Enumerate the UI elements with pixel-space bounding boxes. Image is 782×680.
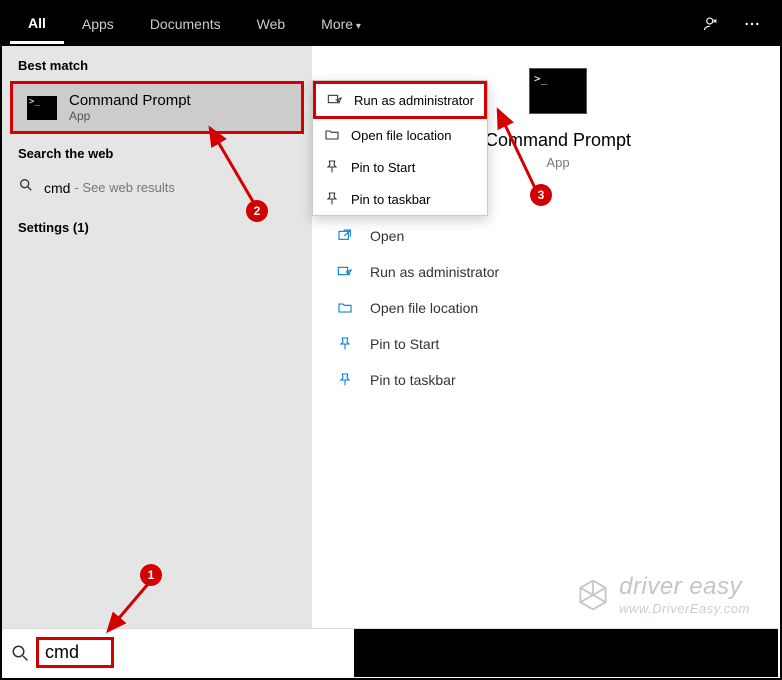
search-tabs: All Apps Documents Web More bbox=[2, 2, 780, 46]
annotation-arrow-3 bbox=[490, 98, 550, 198]
tab-all[interactable]: All bbox=[10, 5, 64, 44]
action-pin-start-label: Pin to Start bbox=[370, 336, 439, 352]
watermark-cube-icon bbox=[575, 577, 611, 613]
context-open-location[interactable]: Open file location bbox=[313, 119, 487, 151]
watermark-url: www.DriverEasy.com bbox=[619, 601, 750, 616]
action-open-location-label: Open file location bbox=[370, 300, 478, 316]
more-options-icon[interactable] bbox=[732, 15, 772, 33]
context-pin-taskbar[interactable]: Pin to taskbar bbox=[313, 183, 487, 215]
actions-list: Open Run as administrator Open file loca… bbox=[336, 218, 780, 398]
action-run-admin-label: Run as administrator bbox=[370, 264, 499, 280]
annotation-1-badge: 1 bbox=[140, 564, 162, 586]
annotation-arrow-1 bbox=[98, 576, 168, 646]
taskbar-search-input[interactable] bbox=[45, 642, 105, 663]
tab-more[interactable]: More bbox=[303, 6, 379, 42]
best-match-label: Best match bbox=[2, 46, 312, 81]
action-run-admin[interactable]: Run as administrator bbox=[336, 254, 780, 290]
tab-documents[interactable]: Documents bbox=[132, 6, 239, 42]
annotation-3-badge: 3 bbox=[530, 184, 552, 206]
action-open-label: Open bbox=[370, 228, 404, 244]
context-pin-taskbar-label: Pin to taskbar bbox=[351, 192, 431, 207]
action-pin-start[interactable]: Pin to Start bbox=[336, 326, 780, 362]
web-query-text: cmd bbox=[44, 180, 70, 196]
best-match-title: Command Prompt bbox=[69, 92, 191, 109]
action-pin-taskbar-label: Pin to taskbar bbox=[370, 372, 456, 388]
context-pin-start[interactable]: Pin to Start bbox=[313, 151, 487, 183]
tab-web[interactable]: Web bbox=[239, 6, 304, 42]
best-match-subtitle: App bbox=[69, 109, 191, 123]
search-icon bbox=[18, 177, 34, 198]
web-query-hint: - See web results bbox=[74, 180, 174, 195]
context-open-location-label: Open file location bbox=[351, 128, 451, 143]
best-match-text: Command Prompt App bbox=[69, 92, 191, 123]
context-menu: Run as administrator Open file location … bbox=[312, 80, 488, 216]
context-run-admin[interactable]: Run as administrator bbox=[313, 81, 487, 119]
action-open[interactable]: Open bbox=[336, 218, 780, 254]
annotation-2-badge: 2 bbox=[246, 200, 268, 222]
tab-apps[interactable]: Apps bbox=[64, 6, 132, 42]
context-pin-start-label: Pin to Start bbox=[351, 160, 415, 175]
feedback-icon[interactable] bbox=[692, 15, 732, 33]
watermark: driver easy www.DriverEasy.com bbox=[575, 573, 750, 616]
taskbar-black-area bbox=[354, 629, 778, 677]
watermark-brand: driver easy bbox=[619, 573, 742, 600]
action-open-location[interactable]: Open file location bbox=[336, 290, 780, 326]
taskbar-search-icon[interactable] bbox=[4, 644, 36, 662]
action-pin-taskbar[interactable]: Pin to taskbar bbox=[336, 362, 780, 398]
context-run-admin-label: Run as administrator bbox=[354, 93, 474, 108]
command-prompt-icon bbox=[27, 96, 57, 120]
